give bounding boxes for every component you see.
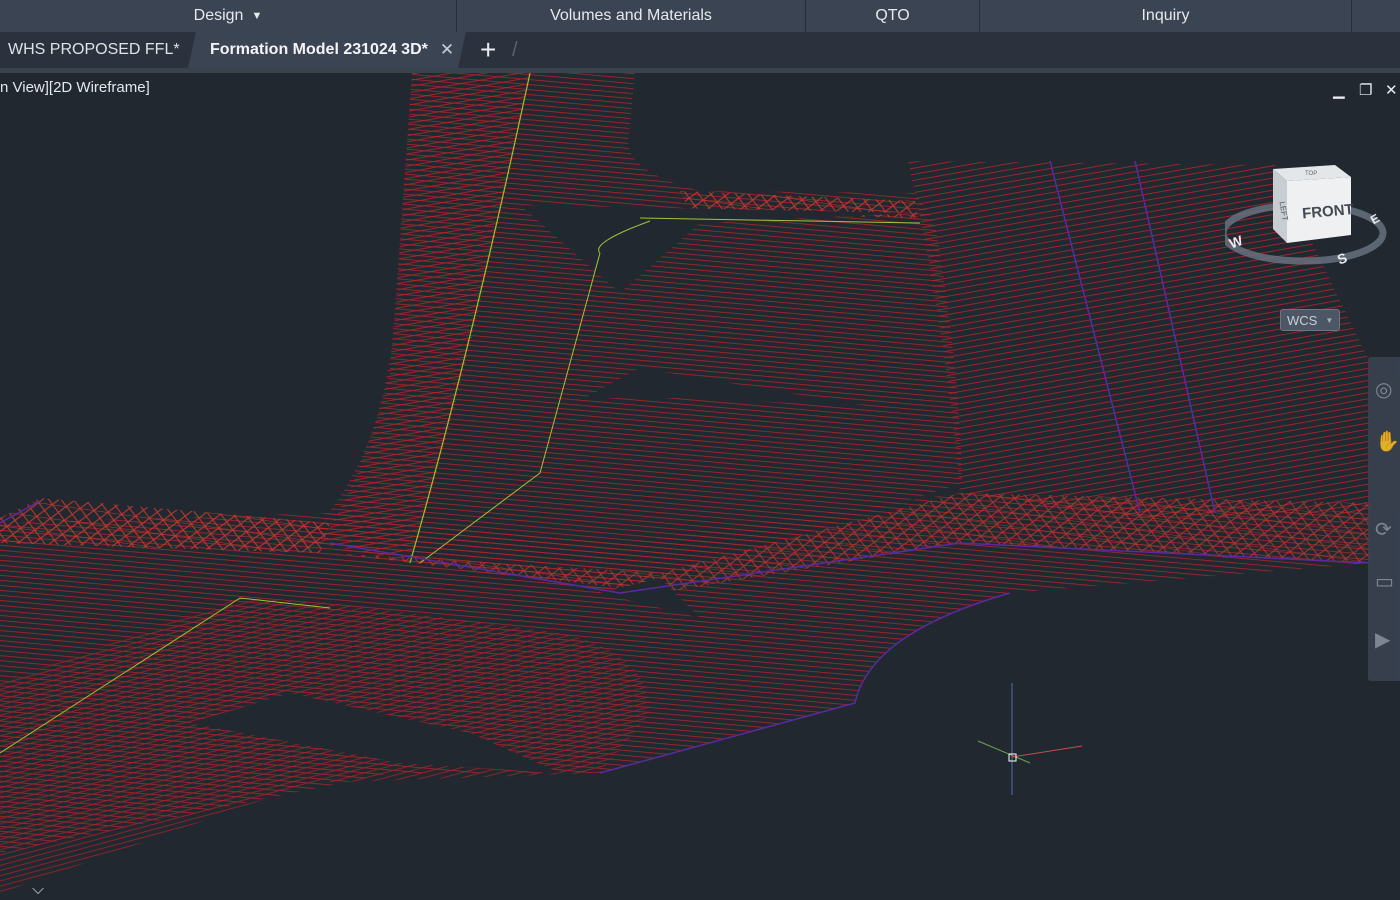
- plus-icon[interactable]: +: [480, 32, 496, 68]
- close-icon[interactable]: ✕: [1385, 81, 1398, 99]
- ucs-crosshair: [977, 683, 1083, 795]
- wcs-menu[interactable]: WCS ▼: [1280, 309, 1340, 331]
- panel-qto[interactable]: QTO: [806, 0, 980, 32]
- drawing-viewport[interactable]: n View][2D Wireframe] ▁ ❐ ✕ FRONT LEFT T…: [0, 73, 1400, 900]
- steering-wheel-icon[interactable]: ◎: [1375, 377, 1392, 402]
- tab-label: WHS PROPOSED FFL*: [8, 41, 180, 58]
- chevron-down-icon[interactable]: ▼: [251, 10, 262, 22]
- document-tab-bar: WHS PROPOSED FFL* Formation Model 231024…: [0, 32, 1400, 68]
- ucs-icon: ⌵: [32, 881, 45, 898]
- minimize-icon[interactable]: ▁: [1333, 81, 1345, 99]
- tab-separator: /: [512, 38, 518, 61]
- panel-qto-label: QTO: [875, 7, 910, 24]
- pan-icon[interactable]: ✋: [1375, 429, 1400, 454]
- panel-volumes-and-materials[interactable]: Volumes and Materials: [457, 0, 806, 32]
- panel-inquiry-label: Inquiry: [1141, 7, 1190, 24]
- showmotion-icon[interactable]: ▶: [1375, 627, 1390, 652]
- wireframe-drawing: [0, 73, 1371, 893]
- restore-icon[interactable]: ❐: [1359, 81, 1372, 99]
- chevron-down-icon: ▼: [1325, 315, 1334, 325]
- cube-top-label: TOP: [1305, 171, 1317, 177]
- panel-inquiry[interactable]: Inquiry: [980, 0, 1352, 32]
- wcs-label: WCS: [1287, 312, 1318, 328]
- panel-volumes-label: Volumes and Materials: [550, 7, 712, 24]
- orbit-icon[interactable]: ⟳: [1375, 517, 1392, 542]
- viewport-label[interactable]: n View][2D Wireframe]: [0, 79, 150, 96]
- tab-formation-model[interactable]: Formation Model 231024 3D* ✕: [188, 32, 466, 68]
- tab-whs-proposed-ffl[interactable]: WHS PROPOSED FFL*: [0, 32, 193, 68]
- close-icon[interactable]: ✕: [440, 40, 454, 60]
- panel-design-label: Design: [193, 7, 244, 24]
- tab-label: Formation Model 231024 3D*: [210, 41, 428, 58]
- panel-design[interactable]: Design ▼: [0, 0, 457, 32]
- viewcube[interactable]: FRONT LEFT TOP W S E: [1225, 161, 1395, 273]
- panel-overflow: [1352, 0, 1400, 32]
- navigation-bar: ◎ ✋ ⟳ ▭ ▶: [1368, 357, 1400, 681]
- zoom-icon[interactable]: ▭: [1375, 569, 1394, 594]
- ribbon-panel-bar: Design ▼ Volumes and Materials QTO Inqui…: [0, 0, 1400, 32]
